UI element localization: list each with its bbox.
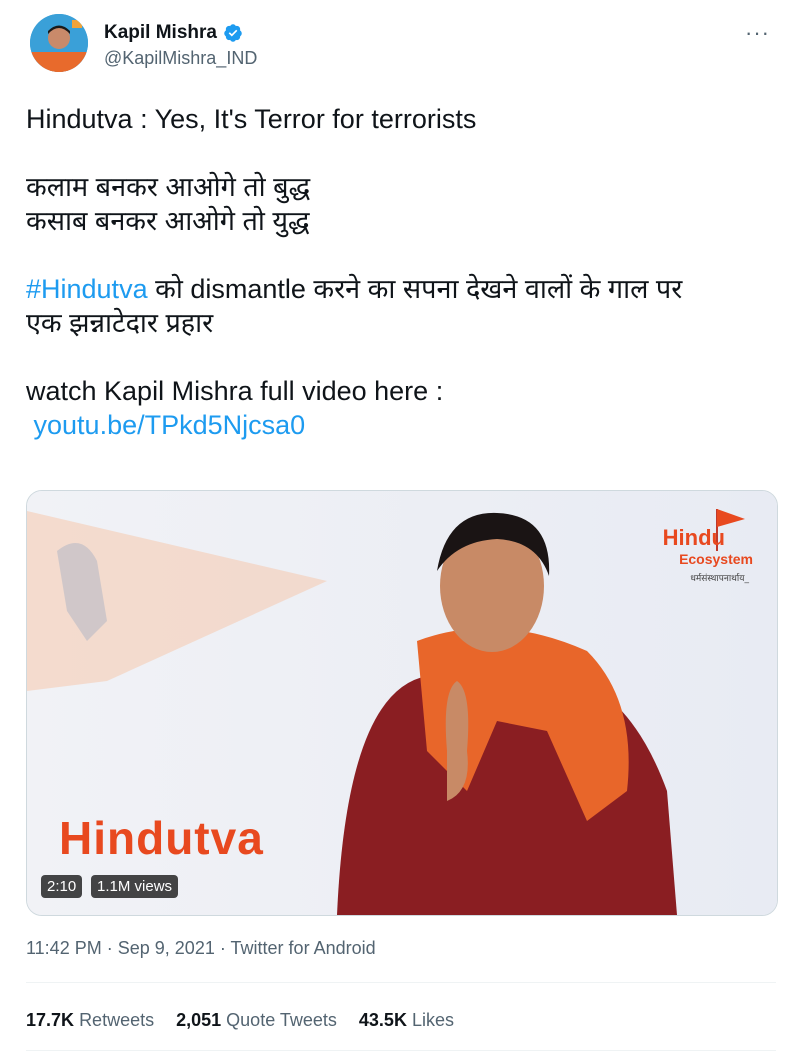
video-link[interactable]: youtu.be/TPkd5Njcsa0 <box>34 410 306 440</box>
channel-logo: Hindu Ecosystem धर्मसंस्थापनार्थाय_ <box>643 511 753 601</box>
tweet-line: एक झन्नाटेदार प्रहार <box>26 308 214 338</box>
verified-badge-icon <box>223 23 243 43</box>
hashtag-link[interactable]: #Hindutva <box>26 274 148 304</box>
tweet-line: watch Kapil Mishra full video here : <box>26 376 444 406</box>
tweet-header: Kapil Mishra @KapilMishra_IND ··· <box>30 14 780 78</box>
video-overlay-title: Hindutva <box>59 812 264 864</box>
likes-stat[interactable]: 43.5K Likes <box>359 1010 454 1031</box>
separator-dot: · <box>219 938 226 958</box>
duration-badge: 2:10 <box>41 875 83 898</box>
tweet-text: Hindutva : Yes, It's Terror for terroris… <box>26 102 776 442</box>
tweet-line: कसाब बनकर आओगे तो युद्ध <box>26 206 310 236</box>
video-card[interactable]: Hindu Ecosystem धर्मसंस्थापनार्थाय_ Hind… <box>26 490 778 916</box>
tweet-line-text: को dismantle करने का सपना देखने वालों के… <box>147 274 683 304</box>
quote-tweets-stat[interactable]: 2,051 Quote Tweets <box>176 1010 337 1031</box>
more-options-icon[interactable]: ··· <box>745 20 770 46</box>
retweets-stat[interactable]: 17.7K Retweets <box>26 1010 154 1031</box>
tweet-line: youtu.be/TPkd5Njcsa0 <box>26 408 776 442</box>
tweet-line: #Hindutva को dismantle करने का सपना देखन… <box>26 272 776 306</box>
divider <box>26 982 776 983</box>
tweet-source[interactable]: Twitter for Android <box>231 938 376 958</box>
quotes-count: 2,051 <box>176 1010 222 1030</box>
separator-dot: · <box>106 938 113 958</box>
retweets-label: Retweets <box>79 1010 155 1030</box>
tweet-date[interactable]: Sep 9, 2021 <box>118 938 215 958</box>
tweet-stats: 17.7K Retweets 2,051 Quote Tweets 43.5K … <box>26 1010 454 1031</box>
retweets-count: 17.7K <box>26 1010 75 1030</box>
logo-text: Ecosystem <box>679 551 753 567</box>
tweet-line: कलाम बनकर आओगे तो बुद्ध <box>26 172 311 202</box>
author-name[interactable]: Kapil Mishra <box>104 22 217 44</box>
divider <box>26 1050 776 1051</box>
likes-label: Likes <box>411 1010 454 1030</box>
likes-count: 43.5K <box>358 1010 407 1030</box>
logo-text: Hindu <box>662 525 725 550</box>
tweet-meta: 11:42 PM · Sep 9, 2021 · Twitter for And… <box>26 938 376 959</box>
author-handle[interactable]: @KapilMishra_IND <box>104 48 257 69</box>
logo-tagline: धर्मसंस्थापनार्थाय_ <box>690 574 749 584</box>
tweet-line: Hindutva : Yes, It's Terror for terroris… <box>26 104 477 134</box>
avatar[interactable] <box>30 14 88 72</box>
tweet-time[interactable]: 11:42 PM <box>26 938 102 958</box>
quotes-label: Quote Tweets <box>226 1010 337 1030</box>
views-badge: 1.1M views <box>91 875 179 898</box>
